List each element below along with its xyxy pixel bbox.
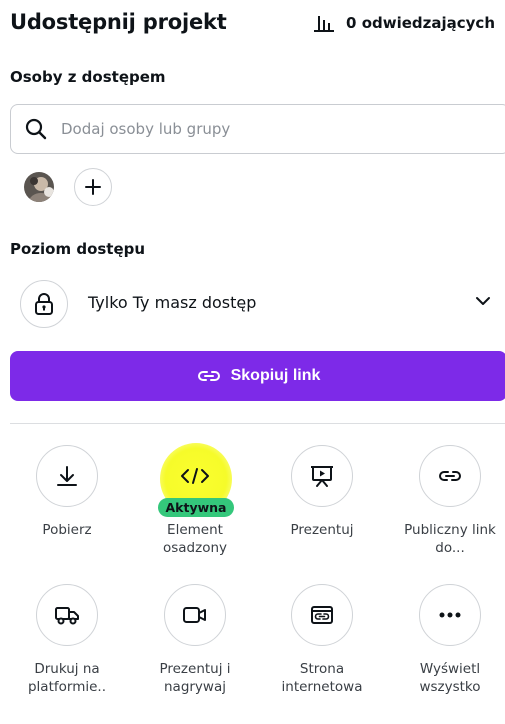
avatar[interactable] <box>22 170 56 204</box>
plus-icon <box>85 179 101 195</box>
link-icon <box>197 371 220 381</box>
lock-badge <box>20 280 68 328</box>
chevron-down-icon <box>476 297 490 305</box>
add-people-input[interactable] <box>61 120 461 138</box>
action-show-all[interactable]: Wyświetl wszystko <box>390 584 505 696</box>
link-icon <box>439 471 461 481</box>
action-download[interactable]: Pobierz <box>7 445 127 539</box>
search-icon <box>25 118 47 140</box>
page-title: Udostępnij projekt <box>10 10 227 34</box>
access-section-label: Poziom dostępu <box>10 240 146 258</box>
active-badge: Aktywna <box>158 498 234 517</box>
present-record-button[interactable] <box>164 584 226 646</box>
action-label: Prezentuj <box>290 522 354 538</box>
action-label: Publiczny link do... <box>404 522 496 556</box>
access-level-select[interactable]: Tylko Ty masz dostęp <box>10 276 505 332</box>
video-camera-icon <box>183 607 206 623</box>
add-people-field[interactable] <box>10 104 505 154</box>
bar-chart-icon <box>314 16 335 32</box>
show-all-button[interactable] <box>419 584 481 646</box>
action-label: Prezentuj i nagrywaj <box>159 661 231 695</box>
people-avatars <box>22 168 112 206</box>
action-label: Element osadzony <box>162 522 228 556</box>
divider <box>10 423 505 424</box>
access-level-value: Tylko Ty masz dostęp <box>88 293 257 312</box>
copy-link-label: Skopiuj link <box>230 367 321 384</box>
visitors-label: 0 odwiedzających <box>346 14 495 32</box>
action-present[interactable]: Prezentuj <box>262 445 382 539</box>
print-button[interactable] <box>36 584 98 646</box>
present-icon <box>311 466 333 487</box>
embed-code-icon <box>181 468 209 484</box>
download-icon <box>57 466 77 486</box>
add-person-button[interactable] <box>74 168 112 206</box>
action-label: Drukuj na platformie.. <box>27 661 106 695</box>
action-label: Pobierz <box>42 522 92 538</box>
action-label: Wyświetl wszystko <box>419 661 481 695</box>
truck-icon <box>55 607 79 625</box>
action-public-link[interactable]: Publiczny link do... <box>390 445 505 557</box>
public-link-button[interactable] <box>419 445 481 507</box>
action-label: Strona internetowa <box>281 661 363 695</box>
share-header: Udostępnij projekt 0 odwiedzających <box>10 8 495 40</box>
action-print[interactable]: Drukuj na platformie.. <box>7 584 127 696</box>
visitors-counter[interactable]: 0 odwiedzających <box>314 14 495 32</box>
lock-icon <box>35 293 53 315</box>
copy-link-button[interactable]: Skopiuj link <box>10 351 505 401</box>
people-section-label: Osoby z dostępem <box>10 68 166 86</box>
action-present-record[interactable]: Prezentuj i nagrywaj <box>135 584 255 696</box>
present-button[interactable] <box>291 445 353 507</box>
website-button[interactable] <box>291 584 353 646</box>
more-icon <box>439 612 461 618</box>
download-button[interactable] <box>36 445 98 507</box>
action-website[interactable]: Strona internetowa <box>262 584 382 696</box>
website-icon <box>311 606 333 624</box>
